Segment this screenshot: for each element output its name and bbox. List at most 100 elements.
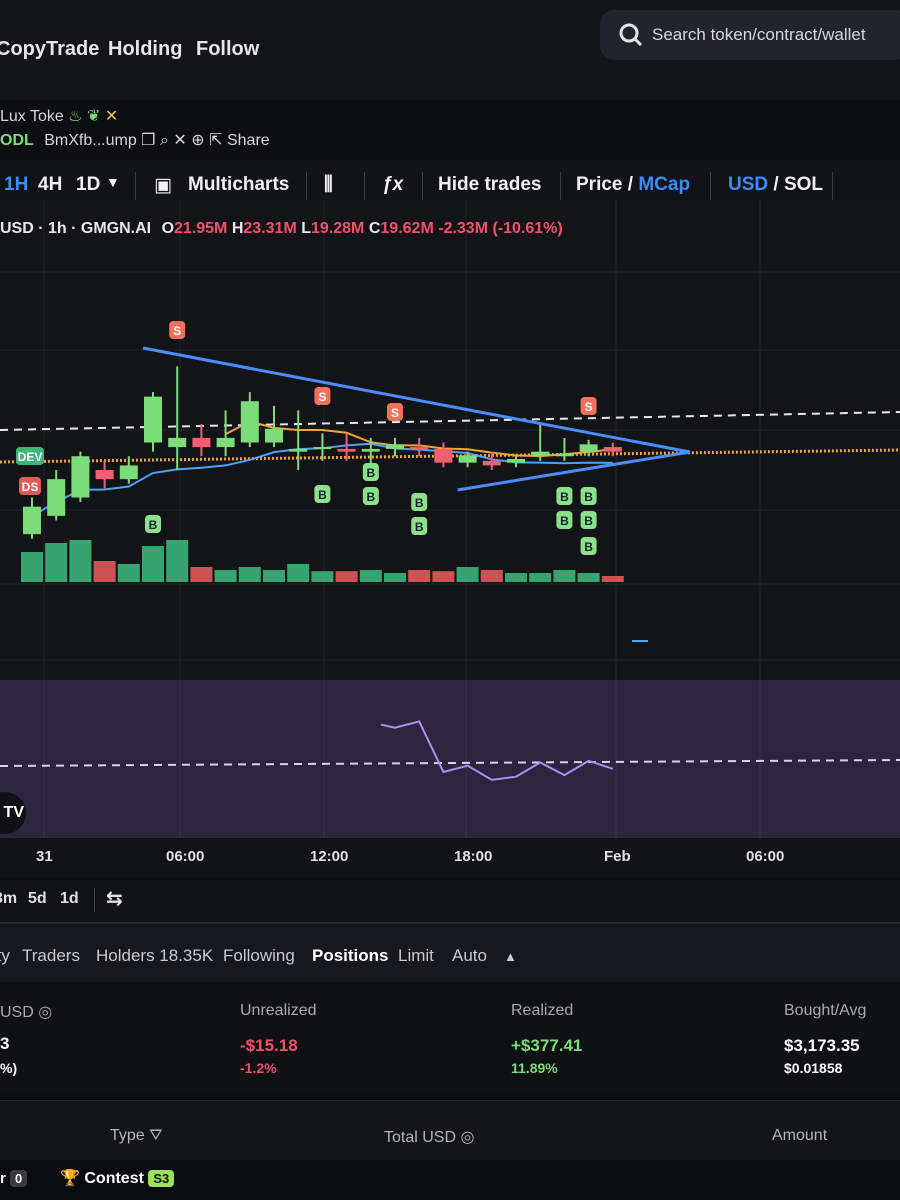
- indicators-icon[interactable]: ƒx: [382, 174, 403, 196]
- candle-body: [386, 444, 404, 449]
- volume-bar: [238, 567, 261, 582]
- share-icon[interactable]: ⇱: [209, 132, 222, 149]
- range-5d[interactable]: 5d: [28, 890, 47, 908]
- tab-holders[interactable]: Holders 18.35K: [96, 946, 213, 966]
- divider: [832, 172, 833, 200]
- token-name: Lux Toke: [0, 108, 64, 125]
- bought-label: Bought/Avg: [784, 1002, 867, 1019]
- range-1d[interactable]: 1d: [60, 890, 79, 908]
- rsi-pane[interactable]: TV: [0, 680, 900, 838]
- candle-body: [168, 437, 187, 448]
- buy-marker[interactable]: B: [580, 537, 597, 555]
- filter-icon[interactable]: ⛛: [149, 1127, 162, 1144]
- tab-following[interactable]: Following: [223, 946, 295, 966]
- hide-trades-button[interactable]: Hide trades: [438, 174, 541, 196]
- token-address[interactable]: BmXfb...ump: [44, 132, 136, 149]
- time-tick: 06:00: [166, 848, 205, 865]
- share-link[interactable]: Share: [227, 132, 270, 149]
- buy-marker[interactable]: B: [580, 511, 597, 529]
- sol-option[interactable]: SOL: [784, 174, 823, 195]
- date-range-icon[interactable]: ⇆: [106, 886, 123, 911]
- candle-body: [337, 448, 356, 452]
- x-icon[interactable]: ✕: [173, 132, 186, 149]
- buy-marker[interactable]: B: [556, 511, 573, 529]
- ohlc-change: -2.33M (-10.61%): [438, 220, 563, 237]
- price-option[interactable]: Price: [576, 174, 622, 195]
- buy-marker[interactable]: B: [362, 463, 379, 481]
- divider: [135, 172, 136, 200]
- token-address-row: ODL BmXfb...ump ❐ ⌕ ✕ ⊕ ⇱ Share: [0, 130, 270, 150]
- rsi-chart: [0, 680, 900, 838]
- search-small-icon[interactable]: ⌕: [160, 132, 169, 149]
- currency-toggle[interactable]: USD / SOL: [728, 174, 823, 196]
- ohlc-h-label: H: [231, 220, 244, 237]
- interval-1d[interactable]: 1D: [76, 174, 100, 196]
- candles-icon[interactable]: ⫼: [324, 174, 333, 196]
- time-tick: 31: [36, 848, 53, 865]
- usd-option[interactable]: USD: [728, 174, 768, 195]
- buy-marker[interactable]: B: [411, 517, 428, 535]
- col-amount[interactable]: Amount: [772, 1127, 827, 1145]
- buy-marker[interactable]: B: [314, 485, 331, 503]
- volume-bar: [577, 573, 600, 582]
- rsi-level-line: [0, 759, 900, 767]
- sell-marker[interactable]: S: [387, 403, 403, 421]
- interval-4h[interactable]: 4H: [38, 174, 62, 196]
- tab-positions[interactable]: Positions: [312, 946, 389, 966]
- chevron-down-icon[interactable]: ▼: [106, 174, 120, 190]
- multicharts-button[interactable]: Multicharts: [188, 174, 289, 196]
- search-input[interactable]: Search token/contract/wallet: [600, 10, 900, 60]
- sell-marker[interactable]: S: [580, 397, 597, 415]
- buy-marker-label: B: [560, 490, 569, 504]
- volume-bar: [263, 570, 285, 582]
- nav-copytrade[interactable]: CopyTrade: [0, 38, 99, 61]
- ohlc-c-label: C: [368, 220, 381, 237]
- tab-activity[interactable]: Activity: [0, 946, 10, 966]
- price-mcap-toggle[interactable]: Price / MCap: [576, 174, 690, 196]
- volume-bar: [190, 567, 213, 582]
- candle-body: [240, 401, 259, 443]
- multicharts-icon[interactable]: ▣: [154, 174, 172, 197]
- rsi-line: [380, 720, 614, 781]
- price-chart[interactable]: DEV DS S S S S B B B B B B B B B B B: [0, 200, 900, 680]
- sell-marker-label: S: [391, 406, 399, 420]
- buy-marker[interactable]: B: [580, 487, 597, 505]
- dev-marker[interactable]: DEV: [16, 447, 44, 465]
- ohlc-symbol: USD · 1h · GMGN.AI: [0, 220, 152, 237]
- time-axis: 31 06:00 12:00 18:00 Feb 06:00: [0, 838, 900, 878]
- ohlc-open: 21.95M: [174, 220, 228, 237]
- buy-marker-label: B: [560, 514, 569, 528]
- buy-marker-label: B: [318, 488, 327, 502]
- interval-1h[interactable]: 1H: [4, 174, 28, 196]
- buy-marker[interactable]: B: [556, 487, 573, 505]
- mcap-option[interactable]: MCap: [638, 174, 690, 195]
- tab-auto[interactable]: Auto: [452, 946, 487, 966]
- tradingview-logo[interactable]: TV: [0, 792, 26, 834]
- col-total-usd[interactable]: Total USD ◎: [384, 1127, 474, 1147]
- col-type[interactable]: Type ⛛: [110, 1127, 163, 1145]
- range-3m[interactable]: 3m: [0, 890, 17, 908]
- bought-avg: $0.01858: [784, 1060, 843, 1076]
- sell-marker[interactable]: S: [169, 321, 186, 339]
- ds-marker[interactable]: DS: [19, 477, 41, 495]
- buy-marker[interactable]: B: [145, 515, 161, 533]
- buy-marker[interactable]: B: [411, 493, 428, 511]
- cross-icon: ✕: [104, 108, 119, 125]
- buy-marker[interactable]: B: [362, 487, 379, 505]
- candle-body: [482, 460, 501, 466]
- copy-icon[interactable]: ❐: [141, 132, 155, 149]
- footer-left[interactable]: r 0: [0, 1170, 28, 1187]
- tab-traders[interactable]: Traders: [22, 946, 80, 966]
- caret-up-icon[interactable]: ▲: [504, 949, 517, 964]
- nav-holding[interactable]: Holding: [108, 38, 182, 61]
- tab-limit[interactable]: Limit: [398, 946, 434, 966]
- nav-follow[interactable]: Follow: [196, 38, 259, 61]
- globe-icon[interactable]: ⊕: [191, 132, 204, 149]
- contest-button[interactable]: 🏆 Contest S3: [60, 1168, 175, 1188]
- divider: [364, 172, 365, 200]
- candlestick-chart[interactable]: DEVDSSSS SBBBB BBBBBBB: [0, 200, 900, 680]
- buy-marker-label: B: [366, 490, 375, 504]
- token-name-row: Lux Toke ♨ ❦ ✕: [0, 106, 118, 126]
- sell-marker[interactable]: S: [314, 387, 331, 405]
- candle-body: [119, 465, 138, 480]
